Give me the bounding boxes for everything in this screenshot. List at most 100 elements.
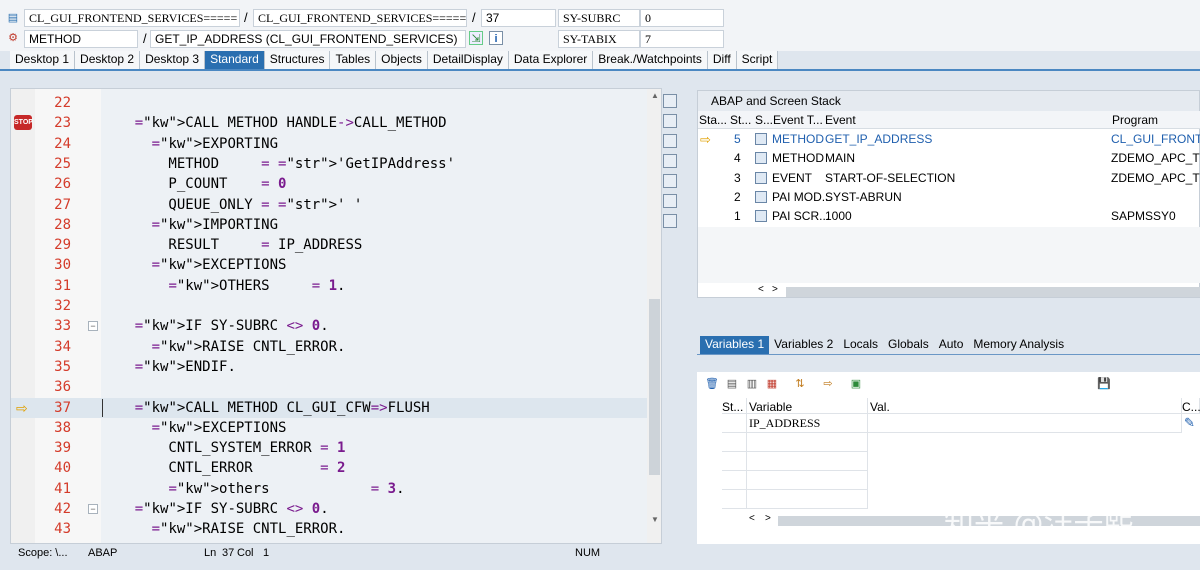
vcol-value[interactable]: Val. [868, 398, 1182, 414]
code-line[interactable]: 40 CNTL_ERROR = 2 [11, 458, 647, 478]
tab-locals[interactable]: Locals [838, 336, 883, 354]
stack-hscrollbar[interactable] [786, 287, 1200, 297]
swap-tool-icon[interactable] [663, 174, 677, 188]
code-line[interactable]: 28 ="kw">IMPORTING [11, 215, 647, 235]
scroll-up-icon[interactable]: ▲ [651, 91, 659, 100]
tab-script[interactable]: Script [736, 51, 779, 69]
tab-break-watchpoints[interactable]: Break./Watchpoints [593, 51, 708, 69]
tab-desktop-3[interactable]: Desktop 3 [140, 51, 206, 69]
code-line[interactable]: 32 [11, 296, 647, 316]
tab-standard[interactable]: Standard [205, 51, 265, 69]
line-field[interactable]: 37 [481, 9, 556, 27]
program-field[interactable]: CL_GUI_FRONTEND_SERVICES===== [24, 9, 240, 27]
scroll-right-icon[interactable]: > [772, 284, 778, 295]
tab-objects[interactable]: Objects [376, 51, 428, 69]
insert-icon[interactable]: ▤ [725, 377, 739, 391]
close-panel-icon[interactable] [663, 94, 677, 108]
scrollbar-thumb[interactable] [649, 299, 660, 475]
compare-icon[interactable]: ⇅ [793, 377, 807, 391]
code-line[interactable]: 34 ="kw">RAISE CNTL_ERROR. [11, 337, 647, 357]
table-icon[interactable]: ▦ [765, 377, 779, 391]
copy-icon[interactable]: ▥ [745, 377, 759, 391]
code-line[interactable]: 43 ="kw">RAISE CNTL_ERROR. [11, 519, 647, 539]
tab-globals[interactable]: Globals [883, 336, 934, 354]
var-empty-name-cell[interactable] [747, 471, 868, 490]
code-line[interactable]: 31 ="kw">OTHERS = 1. [11, 276, 647, 296]
source-code-editor[interactable]: ▲ ▼ 22 23 ="kw">CALL METHOD HANDLE->CALL_… [10, 88, 662, 544]
var-status-cell[interactable] [722, 452, 747, 471]
tab-structures[interactable]: Structures [264, 51, 331, 69]
info-icon[interactable]: i [489, 31, 503, 45]
vars-scroll-left-icon[interactable]: < [749, 513, 755, 524]
var-status-cell[interactable] [722, 433, 747, 452]
vcol-variable[interactable]: Variable [747, 398, 868, 414]
code-line[interactable]: 23 ="kw">CALL METHOD HANDLE->CALL_METHOD… [11, 113, 647, 133]
col-stack[interactable]: Sta... [699, 111, 727, 129]
maximize-icon[interactable] [663, 154, 677, 168]
code-line[interactable]: 24 ="kw">EXPORTING [11, 134, 647, 154]
tab-detaildisplay[interactable]: DetailDisplay [427, 51, 509, 69]
filter-icon[interactable]: ▣ [849, 377, 863, 391]
display-object-icon[interactable]: ⇲ [469, 31, 483, 45]
transfer-icon[interactable]: ⇨ [821, 377, 835, 391]
col-step[interactable]: St... [730, 111, 751, 129]
var-empty-name-cell[interactable] [747, 490, 868, 509]
fold-toggle-icon[interactable]: − [88, 504, 98, 514]
var-status-cell[interactable] [722, 490, 747, 509]
code-line[interactable]: 37 ="kw">CALL METHOD CL_GUI_CFW=>FLUSH ⇨ [11, 397, 647, 418]
var-status-cell[interactable] [722, 471, 747, 490]
vcol-change[interactable]: C... [1182, 398, 1200, 414]
var-value-cell[interactable] [868, 414, 1182, 433]
var-empty-name-cell[interactable] [747, 433, 868, 452]
col-event[interactable]: Event [825, 111, 856, 129]
code-line[interactable]: 25 METHOD = ="str">'GetIPAddress' [11, 154, 647, 174]
tab-memory-analysis[interactable]: Memory Analysis [968, 336, 1069, 354]
code-line[interactable]: 27 QUEUE_ONLY = ="str">' ' [11, 195, 647, 215]
var-status-cell[interactable] [722, 414, 747, 433]
code-line[interactable]: 29 RESULT = IP_ADDRESS [11, 235, 647, 255]
stack-row[interactable]: 4 METHODMAIN ZDEMO_APC_TCP_ [698, 149, 1200, 168]
code-line[interactable]: 36 [11, 377, 647, 397]
tab-variables-1[interactable]: Variables 1 [700, 336, 770, 354]
code-line[interactable]: 38 ="kw">EXCEPTIONS [11, 418, 647, 438]
edit-pencil-icon[interactable]: ✎ [1184, 415, 1195, 431]
sy-subrc-value[interactable]: 0 [640, 9, 724, 27]
vcol-status[interactable]: St... [722, 398, 747, 414]
tab-tables[interactable]: Tables [330, 51, 377, 69]
scroll-down-icon[interactable]: ▼ [651, 515, 659, 524]
method-field[interactable]: GET_IP_ADDRESS (CL_GUI_FRONTEND_SERVICES… [150, 30, 466, 48]
code-line[interactable]: 39 CNTL_SYSTEM_ERROR = 1 [11, 438, 647, 458]
include-field[interactable]: CL_GUI_FRONTEND_SERVICES===== [253, 9, 467, 27]
scroll-left-icon[interactable]: < [758, 284, 764, 295]
tab-variables-2[interactable]: Variables 2 [769, 336, 838, 354]
services-icon[interactable] [663, 194, 677, 208]
code-line[interactable]: 35 ="kw">ENDIF. [11, 357, 647, 377]
vars-scroll-right-icon[interactable]: > [765, 513, 771, 524]
stack-row[interactable]: 3 EVENT START-OF-SELECTION ZDEMO_APC_TCP_ [698, 169, 1200, 188]
code-line[interactable]: 30 ="kw">EXCEPTIONS [11, 255, 647, 275]
var-name-cell[interactable]: IP_ADDRESS [747, 414, 868, 433]
code-line[interactable]: 22 [11, 93, 647, 113]
col-s[interactable]: S... [755, 111, 773, 129]
code-line[interactable]: 41 ="kw">others = 3. [11, 479, 647, 499]
stack-row[interactable]: 2 PAI MOD... SYST-ABRUN [698, 188, 1200, 207]
new-tool-icon[interactable] [663, 114, 677, 128]
var-empty-name-cell[interactable] [747, 452, 868, 471]
code-line[interactable]: 42 ="kw">IF SY-SUBRC <> 0. − [11, 499, 647, 519]
delete-icon[interactable]: 🗑 [705, 377, 719, 391]
tab-diff[interactable]: Diff [707, 51, 737, 69]
tab-auto[interactable]: Auto [934, 336, 969, 354]
kind-field[interactable]: METHOD [24, 30, 138, 48]
settings-icon[interactable] [663, 214, 677, 228]
stack-row[interactable]: 1 PAI SCR... 1000 SAPMSSY0 [698, 207, 1200, 226]
tab-data-explorer[interactable]: Data Explorer [508, 51, 594, 69]
code-line[interactable]: 33 ="kw">IF SY-SUBRC <> 0. − [11, 316, 647, 336]
col-program[interactable]: Program [1112, 111, 1158, 129]
tab-desktop-1[interactable]: Desktop 1 [10, 51, 76, 69]
replace-tool-icon[interactable] [663, 134, 677, 148]
col-event-type[interactable]: Event T... [773, 111, 823, 129]
stop-breakpoint-icon[interactable]: STOP [14, 115, 33, 131]
stack-row[interactable]: ⇨ 5 METHODGET_IP_ADDRESS CL_GUI_FRONTEN [698, 130, 1200, 149]
code-line[interactable]: 26 P_COUNT = 0 [11, 174, 647, 194]
fold-toggle-icon[interactable]: − [88, 321, 98, 332]
